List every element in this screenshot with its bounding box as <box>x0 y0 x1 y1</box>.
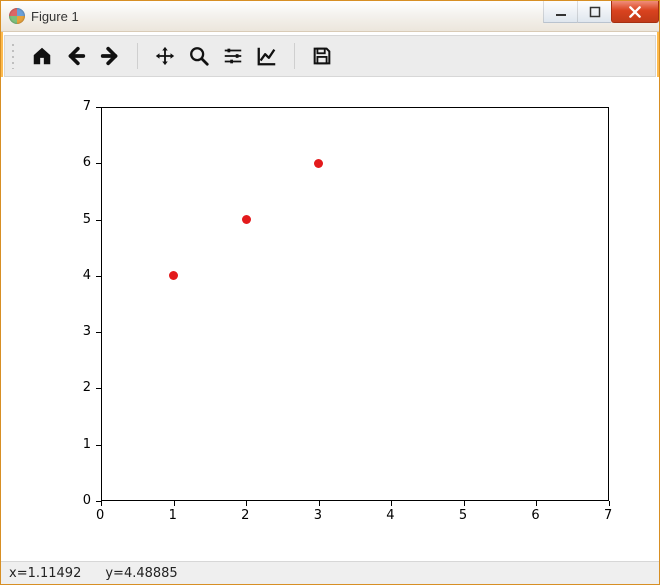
ytick-label: 2 <box>83 380 91 395</box>
plot-area: 0 1 2 3 4 5 6 7 0 1 2 3 4 5 6 7 <box>31 97 629 541</box>
save-icon <box>311 45 333 67</box>
titlebar: Figure 1 <box>1 1 659 32</box>
plot-canvas[interactable]: 0 1 2 3 4 5 6 7 0 1 2 3 4 5 6 7 <box>1 77 659 561</box>
ytick-mark <box>96 501 101 502</box>
maximize-button[interactable] <box>577 1 611 23</box>
home-button[interactable] <box>25 39 59 73</box>
status-y: y=4.48885 <box>105 566 177 581</box>
xtick-label: 5 <box>459 508 467 523</box>
minimize-button[interactable] <box>543 1 577 23</box>
forward-button[interactable] <box>93 39 127 73</box>
window-title: Figure 1 <box>31 9 79 24</box>
ytick-mark <box>96 445 101 446</box>
arrow-right-icon <box>99 45 121 67</box>
status-bar: x=1.11492 y=4.48885 <box>1 561 659 584</box>
xtick-label: 6 <box>531 508 539 523</box>
chart-line-icon <box>256 45 278 67</box>
ytick-label: 5 <box>83 212 91 227</box>
ytick-mark <box>96 220 101 221</box>
xtick-label: 7 <box>604 508 612 523</box>
toolbar-grip <box>11 43 17 69</box>
toolbar-wrap <box>1 32 659 77</box>
window-controls <box>543 1 659 23</box>
save-button[interactable] <box>305 39 339 73</box>
xtick-label: 1 <box>169 508 177 523</box>
xtick-mark <box>319 501 320 506</box>
home-icon <box>31 45 53 67</box>
xtick-label: 3 <box>314 508 322 523</box>
minimize-icon <box>555 6 567 18</box>
xtick-mark <box>101 501 102 506</box>
ytick-label: 3 <box>83 324 91 339</box>
close-icon <box>628 5 642 19</box>
app-icon <box>9 8 25 24</box>
ytick-mark <box>96 388 101 389</box>
figure-window: Figure 1 <box>0 0 660 585</box>
toolbar <box>4 35 656 77</box>
axes-box <box>101 107 609 501</box>
ytick-label: 4 <box>83 268 91 283</box>
xtick-mark <box>464 501 465 506</box>
xtick-label: 0 <box>96 508 104 523</box>
xtick-mark <box>391 501 392 506</box>
configure-subplots-button[interactable] <box>216 39 250 73</box>
ytick-label: 7 <box>83 99 91 114</box>
maximize-icon <box>589 6 601 18</box>
edit-axis-button[interactable] <box>250 39 284 73</box>
ytick-mark <box>96 163 101 164</box>
close-button[interactable] <box>611 1 659 23</box>
xtick-label: 2 <box>241 508 249 523</box>
xtick-mark <box>536 501 537 506</box>
sliders-icon <box>222 45 244 67</box>
toolbar-separator <box>137 43 138 69</box>
data-point <box>242 215 251 224</box>
ytick-label: 1 <box>83 437 91 452</box>
zoom-button[interactable] <box>182 39 216 73</box>
ytick-mark <box>96 332 101 333</box>
xtick-mark <box>609 501 610 506</box>
move-icon <box>154 45 176 67</box>
xtick-label: 4 <box>386 508 394 523</box>
arrow-left-icon <box>65 45 87 67</box>
toolbar-separator <box>294 43 295 69</box>
pan-button[interactable] <box>148 39 182 73</box>
zoom-icon <box>188 45 210 67</box>
ytick-label: 6 <box>83 155 91 170</box>
ytick-mark <box>96 276 101 277</box>
xtick-mark <box>174 501 175 506</box>
back-button[interactable] <box>59 39 93 73</box>
data-point <box>314 159 323 168</box>
ytick-label: 0 <box>83 493 91 508</box>
status-x: x=1.11492 <box>9 566 81 581</box>
xtick-mark <box>246 501 247 506</box>
ytick-mark <box>96 107 101 108</box>
